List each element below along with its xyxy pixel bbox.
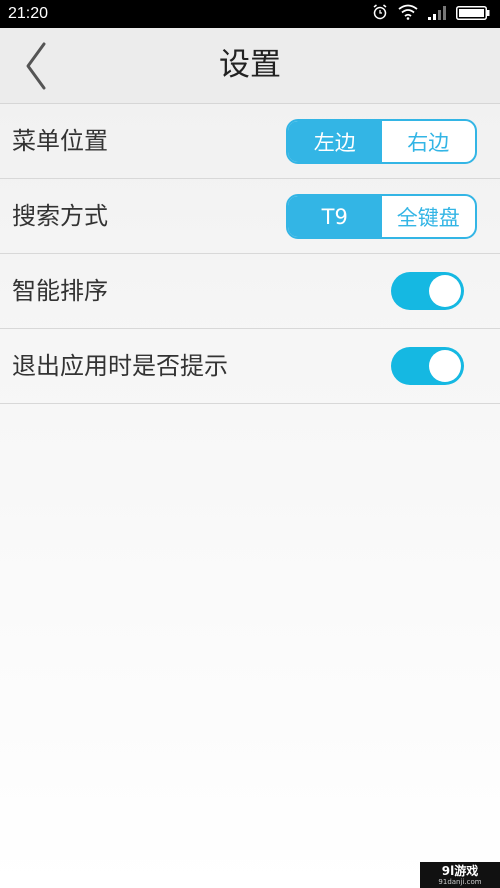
watermark-logo: 9l游戏 91danji.com xyxy=(420,862,500,888)
setting-row-exit-prompt: 退出应用时是否提示 xyxy=(0,329,500,404)
title-bar: 设置 xyxy=(0,28,500,104)
menu-position-segmented-control: 左边 右边 xyxy=(286,119,477,164)
signal-icon xyxy=(428,5,446,24)
setting-row-smart-sort: 智能排序 xyxy=(0,254,500,329)
setting-row-menu-position: 菜单位置 左边 右边 xyxy=(0,104,500,179)
exit-prompt-label: 退出应用时是否提示 xyxy=(12,352,228,380)
search-mode-full-keyboard-option[interactable]: 全键盘 xyxy=(382,196,476,237)
watermark-logo-text: 9l游戏 xyxy=(441,863,479,878)
smart-sort-label: 智能排序 xyxy=(12,277,108,305)
toggle-knob xyxy=(429,275,461,307)
menu-position-label: 菜单位置 xyxy=(12,127,108,155)
chevron-left-icon xyxy=(14,42,58,96)
page-title: 设置 xyxy=(219,47,281,83)
search-mode-t9-option[interactable]: T9 xyxy=(288,196,382,237)
status-icons xyxy=(372,4,490,24)
alarm-icon xyxy=(372,4,388,24)
setting-row-search-mode: 搜索方式 T9 全键盘 xyxy=(0,179,500,254)
menu-position-right-option[interactable]: 右边 xyxy=(382,121,476,162)
wifi-icon xyxy=(398,4,418,24)
back-button[interactable] xyxy=(14,40,58,92)
toggle-knob xyxy=(429,350,461,382)
search-mode-segmented-control: T9 全键盘 xyxy=(286,194,477,239)
status-time: 21:20 xyxy=(8,5,49,22)
search-mode-label: 搜索方式 xyxy=(12,202,108,230)
status-bar: 21:20 xyxy=(0,0,500,28)
menu-position-left-option[interactable]: 左边 xyxy=(288,121,382,162)
battery-icon xyxy=(456,5,490,24)
smart-sort-toggle[interactable] xyxy=(391,272,464,310)
exit-prompt-toggle[interactable] xyxy=(391,347,464,385)
watermark-site-text: 91danji.com xyxy=(438,877,482,886)
